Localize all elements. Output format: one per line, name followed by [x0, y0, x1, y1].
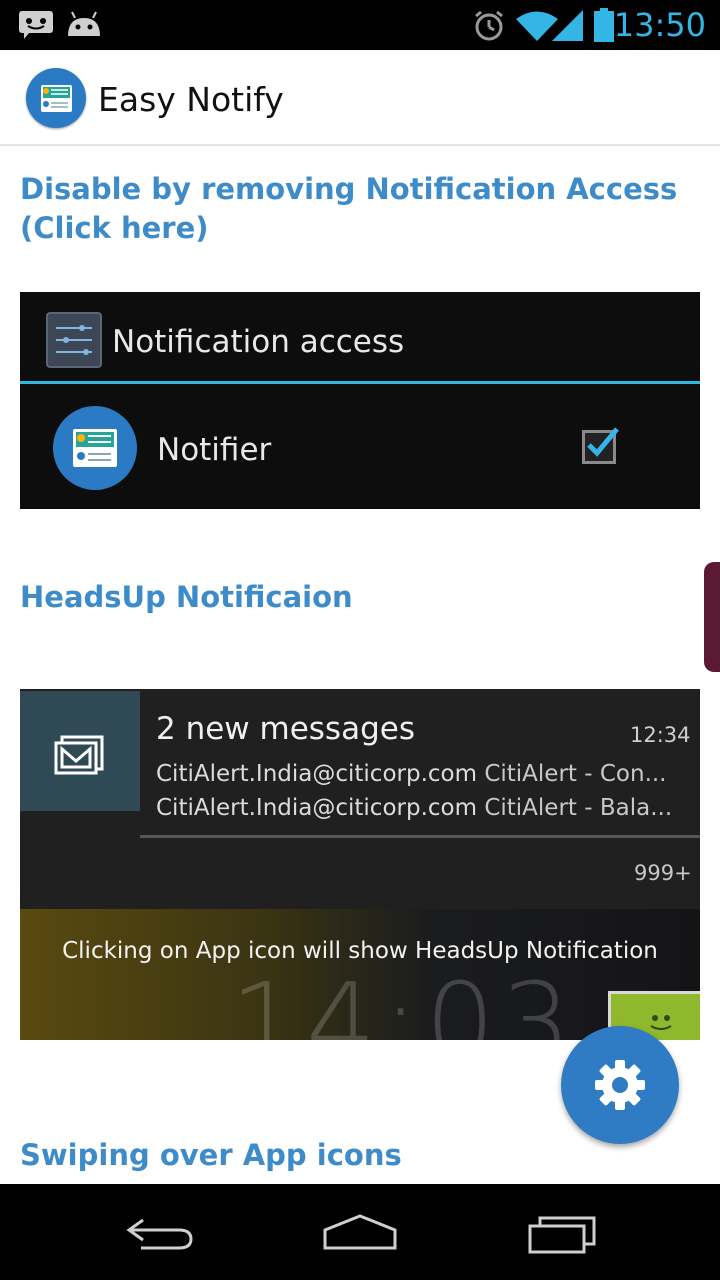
settings-fab-button[interactable] [561, 1026, 679, 1144]
headsup-title: 2 new messages [156, 711, 415, 747]
notifier-checkbox [582, 427, 619, 464]
headsup-notification-card: 2 new messages 12:34 CitiAlert.India@cit… [20, 689, 700, 909]
headsup-count: 999+ [634, 861, 692, 885]
settings-sliders-icon [46, 312, 102, 368]
notification-access-title: Notification access [112, 324, 405, 360]
lockscreen-clock: 14:03 [230, 959, 578, 1040]
action-bar: Easy Notify [0, 50, 720, 146]
headsup-time: 12:34 [630, 723, 691, 747]
recents-icon[interactable] [518, 1206, 608, 1258]
edge-swipe-handle[interactable] [704, 562, 720, 672]
headsup-message-line: CitiAlert.India@citicorp.com CitiAlert -… [156, 761, 667, 787]
disable-access-link[interactable]: Disable by removing Notification Access … [20, 170, 710, 248]
alarm-icon [472, 9, 506, 48]
headsup-divider [140, 835, 700, 838]
notifier-app-icon [53, 406, 137, 490]
notification-access-image: Notification access Notifier [20, 292, 700, 509]
back-icon[interactable] [115, 1206, 205, 1258]
headsup-message-line: CitiAlert.India@citicorp.com CitiAlert -… [156, 795, 673, 821]
swiping-heading: Swiping over App icons [20, 1138, 402, 1172]
headsup-heading: HeadsUp Notificaion [20, 580, 353, 614]
app-title: Easy Notify [98, 80, 284, 119]
signal-icon [552, 10, 584, 47]
app-logo-icon[interactable] [26, 68, 86, 128]
android-icon [66, 10, 102, 45]
gmail-icon [20, 691, 140, 811]
status-time: 13:50 [613, 6, 706, 44]
settings-gear-icon [595, 1060, 645, 1110]
status-bar: 13:50 [0, 0, 720, 50]
headsup-caption: Clicking on App icon will show HeadsUp N… [62, 938, 658, 964]
battery-icon [594, 8, 614, 47]
notification-access-header: Notification access [20, 292, 700, 384]
notifier-label: Notifier [157, 432, 272, 468]
navigation-bar [0, 1184, 720, 1280]
headsup-example-image: 2 new messages 12:34 CitiAlert.India@cit… [20, 689, 700, 1040]
home-icon[interactable] [315, 1206, 405, 1258]
message-icon [18, 10, 54, 45]
